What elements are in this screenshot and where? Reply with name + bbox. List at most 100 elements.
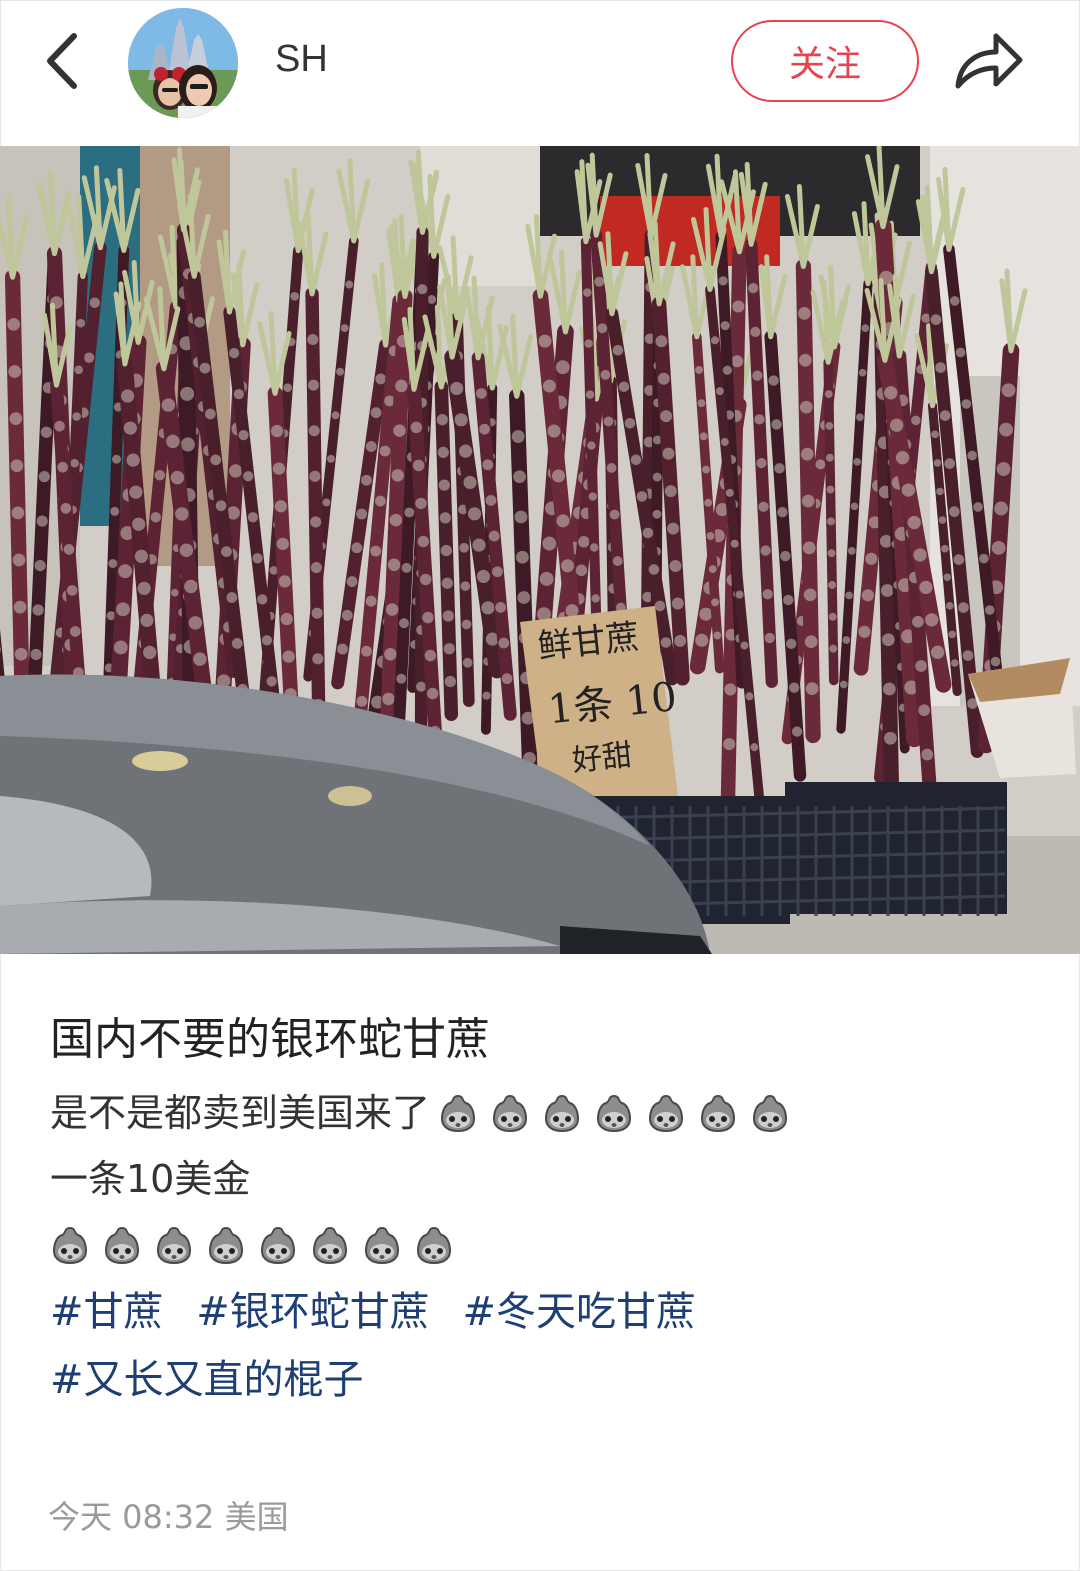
sugarcane-node bbox=[825, 453, 834, 462]
sugarcane-node bbox=[585, 390, 595, 399]
sugarcane-node bbox=[513, 470, 526, 484]
post-photo[interactable]: 鲜甘蔗 1条 10 好甜 bbox=[0, 146, 1080, 954]
sugarcane-node bbox=[274, 500, 288, 513]
avatar[interactable] bbox=[128, 8, 238, 118]
sugarcane-node bbox=[108, 559, 118, 569]
sugarcane-node bbox=[671, 597, 684, 610]
grey-doll-face-emoji bbox=[701, 1094, 736, 1133]
sugarcane-node bbox=[948, 630, 957, 639]
sugarcane-node bbox=[699, 432, 708, 441]
sugarcane-node bbox=[890, 418, 904, 432]
sugarcane-node bbox=[310, 516, 322, 528]
sugarcane-node bbox=[853, 457, 862, 466]
follow-button[interactable]: 关注 bbox=[731, 20, 919, 102]
sugarcane-node bbox=[8, 365, 22, 378]
sugarcane-node bbox=[322, 498, 331, 507]
sugarcane-node bbox=[193, 652, 207, 666]
share-arrow-icon[interactable] bbox=[952, 28, 1026, 94]
sugarcane-node bbox=[538, 334, 552, 348]
sugarcane-node bbox=[72, 412, 81, 421]
sugarcane-node bbox=[865, 552, 878, 565]
sugarcane-node bbox=[460, 581, 471, 591]
sugarcane-node bbox=[660, 637, 672, 648]
sugarcane-node bbox=[180, 437, 195, 452]
sugarcane-node bbox=[340, 324, 349, 333]
sugarcane-node bbox=[950, 659, 959, 667]
sugarcane-node bbox=[485, 495, 497, 506]
sugarcane-node bbox=[895, 451, 910, 465]
sugarcane-node bbox=[551, 469, 565, 483]
sugarcane-node bbox=[272, 462, 286, 475]
sugarcane-node bbox=[356, 508, 368, 520]
sugarcane-node bbox=[370, 545, 382, 557]
sugarcane-node bbox=[856, 413, 864, 422]
sugarcane-node bbox=[931, 430, 939, 439]
sugarcane-node bbox=[882, 682, 896, 696]
username[interactable]: SH bbox=[275, 38, 328, 81]
sugarcane-node bbox=[444, 675, 456, 688]
sugarcane-node bbox=[724, 683, 737, 696]
tag-sugarcane[interactable]: #甘蔗 bbox=[50, 1289, 164, 1335]
sugarcane-node bbox=[652, 509, 662, 519]
sugarcane-node bbox=[791, 726, 803, 737]
sugarcane-node bbox=[799, 400, 813, 414]
sugarcane-node bbox=[459, 444, 473, 458]
sugarcane-node bbox=[578, 535, 590, 548]
sugarcane-node bbox=[861, 324, 870, 332]
sugarcane-node bbox=[514, 510, 528, 524]
sugarcane-node bbox=[134, 549, 149, 563]
sugarcane-node bbox=[609, 509, 620, 520]
sugarcane-node bbox=[374, 495, 386, 507]
grey-doll-face-emoji bbox=[649, 1094, 684, 1133]
sugarcane-node bbox=[326, 454, 335, 463]
sugarcane-node bbox=[542, 536, 557, 551]
sugarcane-node bbox=[179, 543, 194, 557]
sugarcane-node bbox=[280, 612, 293, 626]
sugarcane-node bbox=[919, 580, 933, 595]
sugarcane-node bbox=[783, 594, 794, 606]
sugarcane-node bbox=[129, 485, 143, 499]
sugarcane-node bbox=[11, 506, 25, 520]
tag-winter-sugarcane[interactable]: #冬天吃甘蔗 bbox=[462, 1289, 696, 1335]
sugarcane-node bbox=[583, 288, 592, 297]
sugarcane-node bbox=[912, 615, 924, 628]
sugarcane-node bbox=[575, 564, 588, 577]
sugarcane-node bbox=[845, 591, 853, 600]
sugarcane-node bbox=[365, 441, 377, 452]
sugarcane-node bbox=[175, 507, 189, 521]
sugarcane-node bbox=[391, 469, 404, 482]
sugarcane-node bbox=[443, 643, 455, 655]
sugarcane-node bbox=[939, 410, 951, 421]
sugarcane-node bbox=[708, 565, 717, 574]
sugarcane-node bbox=[839, 680, 848, 689]
sugarcane-node bbox=[69, 626, 81, 637]
chevron-left-icon[interactable] bbox=[40, 30, 90, 92]
post-line-3 bbox=[50, 1212, 1040, 1278]
sugarcane-node bbox=[60, 502, 72, 514]
sugarcane-node bbox=[437, 446, 449, 459]
sugarcane-node bbox=[973, 502, 983, 512]
sugarcane-node bbox=[713, 631, 722, 640]
sugarcane-node bbox=[89, 297, 100, 308]
grey-doll-face-emoji bbox=[416, 1226, 452, 1265]
sugarcane-node bbox=[270, 424, 284, 438]
sugarcane-node bbox=[231, 638, 243, 649]
sugarcane-node bbox=[979, 553, 989, 564]
sugarcane-node bbox=[143, 645, 157, 660]
sugarcane-node bbox=[511, 430, 525, 443]
sugarcane-node bbox=[588, 492, 598, 501]
sugarcane-node bbox=[410, 421, 423, 434]
sugarcane-node bbox=[657, 372, 670, 385]
tag-krait-sugarcane[interactable]: #银环蛇甘蔗 bbox=[196, 1289, 430, 1335]
sugarcane-node bbox=[7, 317, 21, 331]
tag-long-straight-stick[interactable]: #又长又直的棍子 bbox=[50, 1357, 364, 1403]
sugarcane-node bbox=[704, 498, 713, 507]
emoji-row-1 bbox=[438, 1093, 790, 1133]
sugarcane-node bbox=[517, 591, 531, 604]
sugarcane-node bbox=[404, 507, 415, 518]
sugarcane-node bbox=[238, 430, 249, 441]
sugarcane-node bbox=[720, 438, 729, 447]
sugarcane-node bbox=[798, 353, 812, 367]
sugarcane-node bbox=[591, 594, 600, 603]
sugarcane-node bbox=[475, 388, 487, 399]
